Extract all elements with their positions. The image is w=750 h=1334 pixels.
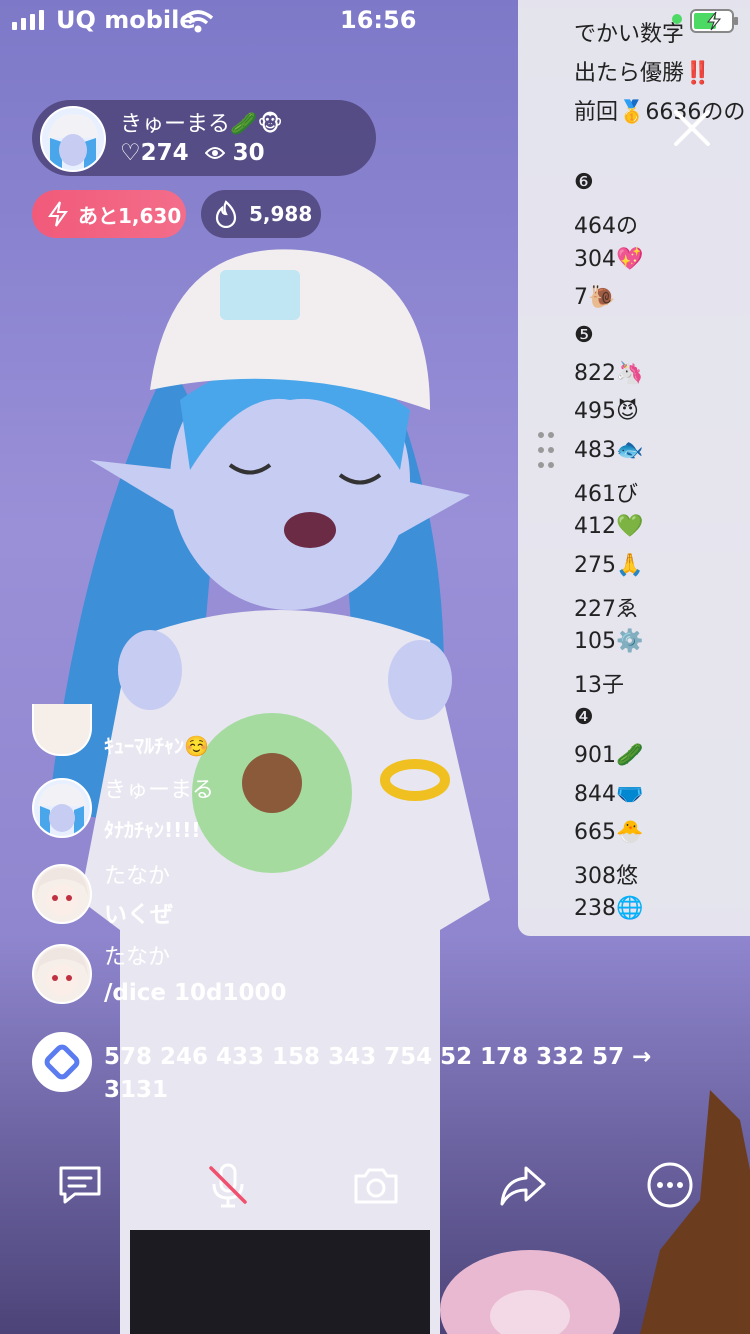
- chat-message: ﾀﾅｶﾁｬﾝ!!!!: [104, 818, 201, 842]
- share-icon[interactable]: [498, 1160, 548, 1210]
- chat-message: ｷｭｰﾏﾙﾁｬﾝ☺️: [104, 734, 209, 758]
- close-icon[interactable]: [672, 108, 712, 148]
- panel-line: 275🙏: [574, 553, 644, 578]
- goal-label: あと1,630: [78, 203, 182, 228]
- panel-line: 665🐣: [574, 820, 644, 845]
- signal-icon: [12, 0, 52, 44]
- panel-line: 495😈: [574, 399, 639, 424]
- clock: 16:56: [340, 6, 417, 34]
- panel-line: 412💚: [574, 514, 644, 539]
- chat-avatar[interactable]: [32, 864, 92, 924]
- chat-message: 578 246 433 158 343 754 52 178 332 57 →: [104, 1044, 652, 1070]
- panel-line: 前回🥇6636のの: [574, 100, 746, 125]
- fire-badge[interactable]: 5,988: [201, 190, 321, 238]
- fire-count: 5,988: [249, 202, 313, 226]
- panel-line: 出たら優勝‼️: [574, 61, 712, 86]
- panel-line: 238🌐: [574, 896, 644, 921]
- lightning-icon: [48, 201, 68, 227]
- panel-line: ❺: [574, 323, 594, 348]
- mic-muted-icon[interactable]: [203, 1160, 253, 1210]
- eye-icon: [204, 147, 226, 159]
- panel-line: でかい数字: [574, 22, 685, 47]
- likes-count: ♡274: [120, 140, 189, 166]
- panel-line: 844🩲: [574, 782, 644, 807]
- bot-avatar[interactable]: [32, 1032, 92, 1092]
- panel-line: 483🐟: [574, 438, 644, 463]
- chat-username: たなか: [104, 945, 171, 970]
- panel-line: 13子: [574, 673, 624, 698]
- panel-line: 822🦄: [574, 361, 644, 386]
- panel-line: 105⚙️: [574, 629, 644, 654]
- host-name: きゅーまる🥒🐵: [120, 112, 283, 137]
- host-avatar[interactable]: [40, 106, 106, 172]
- wifi-icon: [182, 10, 214, 33]
- carrier-label: UQ mobile: [56, 6, 196, 34]
- chat-username: きゅーまる: [104, 778, 215, 803]
- recording-dot: [672, 14, 682, 24]
- horse-decoration: [640, 1090, 750, 1334]
- host-stats: ♡274 30: [120, 140, 265, 166]
- comment-icon[interactable]: [55, 1160, 105, 1210]
- chat-avatar[interactable]: [32, 778, 92, 838]
- battery-charging-icon: [690, 9, 738, 33]
- camera-icon[interactable]: [351, 1160, 401, 1210]
- goal-badge[interactable]: あと1,630: [32, 190, 186, 238]
- panel-line: 227ゑ: [574, 597, 638, 622]
- chat-message: /dice 10d1000: [104, 980, 287, 1006]
- panel-line: ❻: [574, 170, 594, 195]
- viewer-count: 30: [232, 140, 265, 166]
- chat-username: たなか: [104, 864, 171, 889]
- host-card[interactable]: きゅーまる🥒🐵 ♡274 30: [32, 100, 376, 176]
- flame-icon: [215, 200, 237, 228]
- panel-line: 901🥒: [574, 743, 644, 768]
- panel-line: 304💖: [574, 247, 644, 272]
- chat-avatar[interactable]: [32, 704, 92, 756]
- panel-line: 7🐌: [574, 285, 616, 310]
- panel-line: 308悠: [574, 864, 638, 889]
- chat-avatar[interactable]: [32, 944, 92, 1004]
- drag-handle-icon[interactable]: [536, 430, 556, 470]
- panel-line: 461び: [574, 482, 638, 507]
- panel-line: ❹: [574, 705, 594, 730]
- chat-message-continued: 3131: [104, 1077, 169, 1103]
- chat-message: いくぜ: [104, 902, 173, 928]
- panel-line: 464の: [574, 214, 638, 239]
- bear-paw-decoration: [440, 1250, 620, 1334]
